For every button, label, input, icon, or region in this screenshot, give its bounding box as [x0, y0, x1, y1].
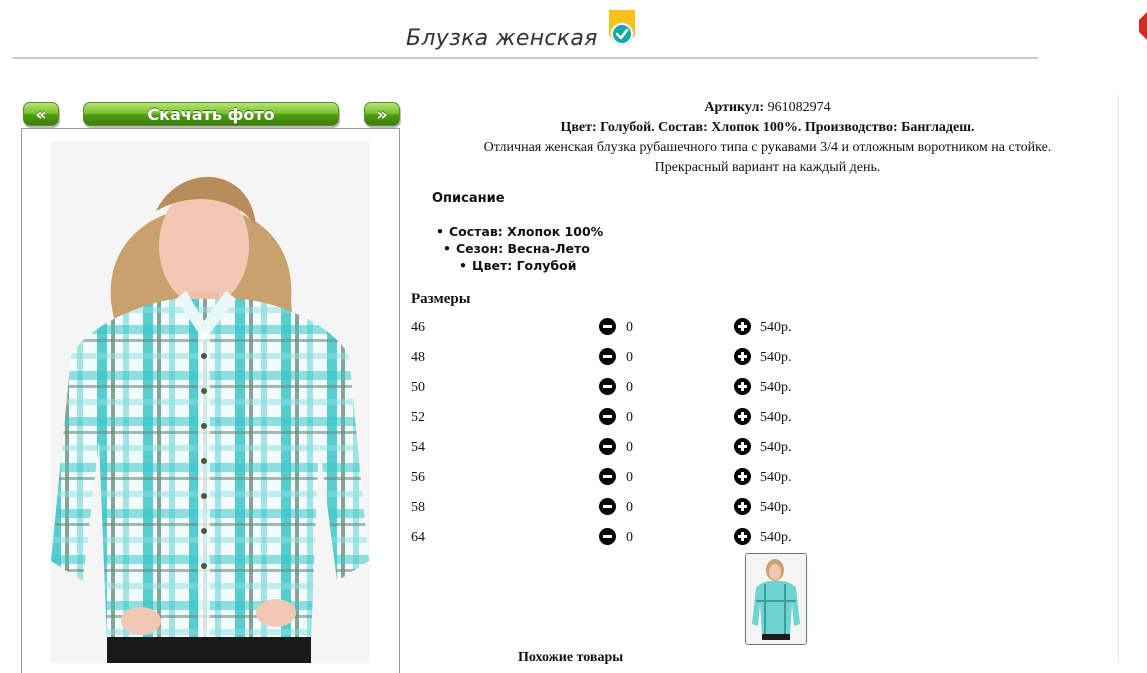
page-scroll-area[interactable]: [1118, 95, 1147, 663]
page-header: Блузка женская: [0, 0, 1147, 60]
size-row: 52 0 540р.: [411, 408, 831, 440]
size-row: 54 0 540р.: [411, 438, 831, 470]
size-row: 50 0 540р.: [411, 378, 831, 410]
size-value: 50: [411, 380, 425, 395]
title-divider: [12, 57, 1038, 59]
spec-text: Цвет: Голубой. Состав: Хлопок 100%. Прои…: [560, 120, 975, 135]
plus-circle-icon[interactable]: [734, 408, 751, 425]
plus-circle-icon[interactable]: [734, 438, 751, 455]
price-value: 540р.: [760, 500, 792, 515]
product-info: Артикул: 961082974 Цвет: Голубой. Состав…: [411, 98, 1124, 178]
minus-circle-icon[interactable]: [599, 318, 616, 335]
similar-products-heading: Похожие товары: [518, 650, 624, 665]
size-row: 46 0 540р.: [411, 318, 831, 350]
prev-photo-button[interactable]: «: [23, 102, 59, 126]
size-value: 54: [411, 440, 425, 455]
quantity-value: 0: [626, 380, 633, 395]
plus-circle-icon[interactable]: [734, 348, 751, 365]
plus-circle-icon[interactable]: [734, 378, 751, 395]
minus-circle-icon[interactable]: [599, 378, 616, 395]
plus-circle-icon[interactable]: [734, 318, 751, 335]
minus-circle-icon[interactable]: [599, 528, 616, 545]
quantity-value: 0: [626, 470, 633, 485]
price-value: 540р.: [760, 530, 792, 545]
sku-row: Артикул: 961082974: [411, 98, 1124, 118]
model-in-plaid-blouse-image: [51, 141, 370, 663]
plus-circle-icon[interactable]: [734, 468, 751, 485]
minus-circle-icon[interactable]: [599, 348, 616, 365]
sku-label: Артикул:: [704, 100, 765, 115]
quantity-value: 0: [626, 410, 633, 425]
next-photo-button[interactable]: »: [364, 102, 400, 126]
description-heading: Описание: [432, 191, 505, 206]
bullet-season: Сезон: Весна-Лето: [443, 241, 590, 256]
download-photo-button[interactable]: Скачать фото: [83, 102, 339, 126]
size-value: 48: [411, 350, 425, 365]
price-value: 540р.: [760, 410, 792, 425]
bullet-color: Цвет: Голубой: [459, 258, 577, 273]
minus-circle-icon[interactable]: [599, 408, 616, 425]
bullet-composition: Состав: Хлопок 100%: [436, 224, 603, 239]
verified-badge-icon: [609, 10, 635, 46]
product-photo[interactable]: [51, 141, 370, 663]
size-row: 56 0 540р.: [411, 468, 831, 500]
plus-circle-icon[interactable]: [734, 528, 751, 545]
price-value: 540р.: [760, 440, 792, 455]
close-icon[interactable]: [1137, 10, 1147, 40]
description-line-1: Отличная женская блузка рубашечного типа…: [483, 140, 1052, 155]
description-line-2: Прекрасный вариант на каждый день.: [654, 160, 881, 175]
size-row: 48 0 540р.: [411, 348, 831, 380]
size-value: 56: [411, 470, 425, 485]
size-row: 58 0 540р.: [411, 498, 831, 530]
minus-circle-icon[interactable]: [599, 498, 616, 515]
price-value: 540р.: [760, 470, 792, 485]
sku-value: 961082974: [767, 100, 831, 115]
quantity-value: 0: [626, 500, 633, 515]
spec-line: Цвет: Голубой. Состав: Хлопок 100%. Прои…: [411, 118, 1124, 138]
size-value: 52: [411, 410, 425, 425]
quantity-value: 0: [626, 530, 633, 545]
photo-thumbnail[interactable]: [745, 553, 807, 645]
size-value: 64: [411, 530, 425, 545]
quantity-value: 0: [626, 440, 633, 455]
price-value: 540р.: [760, 380, 792, 395]
quantity-value: 0: [626, 350, 633, 365]
minus-circle-icon[interactable]: [599, 468, 616, 485]
sizes-heading: Размеры: [411, 291, 471, 307]
size-value: 58: [411, 500, 425, 515]
minus-circle-icon[interactable]: [599, 438, 616, 455]
quantity-value: 0: [626, 320, 633, 335]
size-value: 46: [411, 320, 425, 335]
plus-circle-icon[interactable]: [734, 498, 751, 515]
page-title: Блузка женская: [406, 26, 598, 51]
price-value: 540р.: [760, 320, 792, 335]
price-value: 540р.: [760, 350, 792, 365]
thumbnail-image: [746, 554, 806, 644]
